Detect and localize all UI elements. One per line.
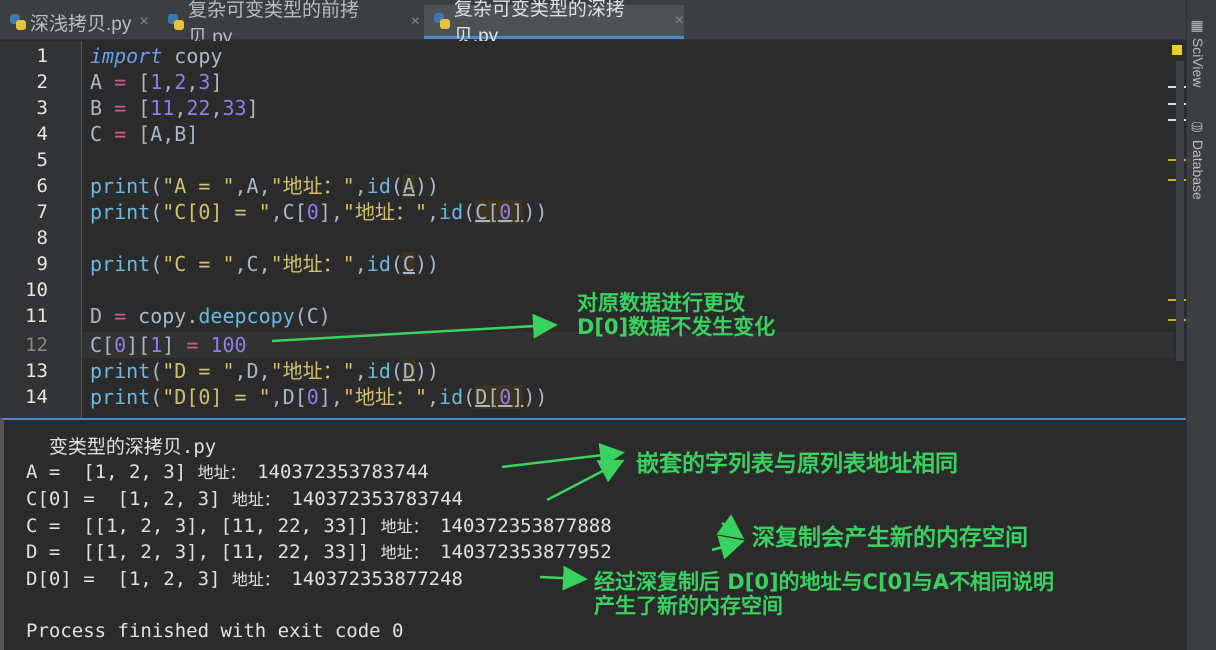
- line-number: 6: [36, 175, 48, 197]
- code-line: print("C = ",C,"地址：",id(C)): [90, 252, 440, 276]
- tab-deep-copy-complex[interactable]: 复杂可变类型的深拷贝.py ×: [424, 0, 684, 47]
- console-output-line: C[0] = [1, 2, 3] 地址： 140372353783744: [26, 488, 463, 510]
- code-line: import copy: [90, 44, 223, 68]
- line-number: 2: [36, 71, 48, 93]
- tab-label: 深浅拷贝.py: [30, 13, 132, 35]
- code-line: print("D = ",D,"地址：",id(D)): [90, 359, 440, 383]
- scrollbar-thumb[interactable]: [1176, 61, 1184, 361]
- console-annotation-d0-address: 经过深复制后 D[0]的地址与C[0]与A不相同说明 产生了新的内存空间: [594, 570, 1055, 618]
- line-number: 10: [25, 279, 48, 301]
- line-number: 8: [36, 227, 48, 249]
- sciview-icon: ▦: [1190, 18, 1206, 38]
- line-number: 9: [36, 253, 48, 275]
- code-line: C[0][1] = 100: [90, 333, 247, 357]
- console-annotation-same-address: 嵌套的字列表与原列表地址相同: [636, 451, 958, 477]
- close-icon[interactable]: ×: [411, 13, 420, 31]
- warning-indicator-icon[interactable]: [1172, 45, 1182, 55]
- line-number: 4: [36, 123, 48, 145]
- line-number-gutter: 1 2 3 4 5 6 7 8 9 10 11 12 13 14: [0, 41, 82, 418]
- console-exit-line: Process finished with exit code 0: [26, 620, 404, 642]
- line-number: 12: [25, 334, 48, 356]
- tab-shallow-copy[interactable]: 深浅拷贝.py ×: [0, 5, 152, 39]
- line-number: 14: [25, 386, 48, 408]
- code-line: B = [11,22,33]: [90, 96, 259, 120]
- tab-shallow-copy-complex[interactable]: 复杂可变类型的前拷贝.py ×: [158, 0, 420, 48]
- line-number: 1: [36, 45, 48, 67]
- line-number: 11: [25, 305, 48, 327]
- line-number: 3: [36, 97, 48, 119]
- sciview-tool-tab[interactable]: ▦ SciView: [1190, 18, 1206, 87]
- code-editor[interactable]: 1 2 3 4 5 6 7 8 9 10 11 12 13 14 import …: [0, 41, 1186, 418]
- console-annotation-new-memory: 深复制会产生新的内存空间: [752, 525, 1028, 551]
- database-tool-tab[interactable]: ⛁ Database: [1190, 120, 1206, 200]
- line-number: 7: [36, 201, 48, 223]
- python-file-icon: [434, 12, 450, 29]
- editor-tab-bar: 深浅拷贝.py × 复杂可变类型的前拷贝.py × 复杂可变类型的深拷贝.py …: [0, 0, 1186, 48]
- editor-annotation: 对原数据进行更改 D[0]数据不发生变化: [577, 291, 776, 339]
- code-line: C = [A,B]: [90, 122, 199, 146]
- console-output-line: D = [[1, 2, 3], [11, 22, 33]] 地址： 140372…: [26, 541, 612, 563]
- console-output-line: C = [[1, 2, 3], [11, 22, 33]] 地址： 140372…: [26, 515, 612, 537]
- line-number: 13: [25, 360, 48, 382]
- python-file-icon: [10, 14, 26, 30]
- line-number: 5: [36, 149, 48, 171]
- code-line: print("C[0] = ",C[0],"地址：",id(C[0])): [90, 200, 548, 224]
- right-tool-sidebar: ▦ SciView ⛁ Database: [1186, 0, 1216, 650]
- console-output-line: A = [1, 2, 3] 地址： 140372353783744: [26, 461, 429, 483]
- database-icon: ⛁: [1190, 120, 1206, 140]
- python-file-icon: [168, 14, 184, 30]
- console-header-line: 变类型的深拷贝.py: [26, 436, 217, 458]
- code-line: print("A = ",A,"地址：",id(A)): [90, 174, 440, 198]
- close-icon[interactable]: ×: [675, 12, 684, 30]
- console-output-line: D[0] = [1, 2, 3] 地址： 140372353877248: [26, 568, 463, 590]
- code-line: D = copy.deepcopy(C): [90, 304, 331, 328]
- code-line: A = [1,2,3]: [90, 70, 223, 94]
- code-line: print("D[0] = ",D[0],"地址：",id(D[0])): [90, 385, 548, 409]
- close-icon[interactable]: ×: [139, 13, 148, 31]
- run-console[interactable]: 变类型的深拷贝.py A = [1, 2, 3] 地址： 14037235378…: [0, 418, 1186, 650]
